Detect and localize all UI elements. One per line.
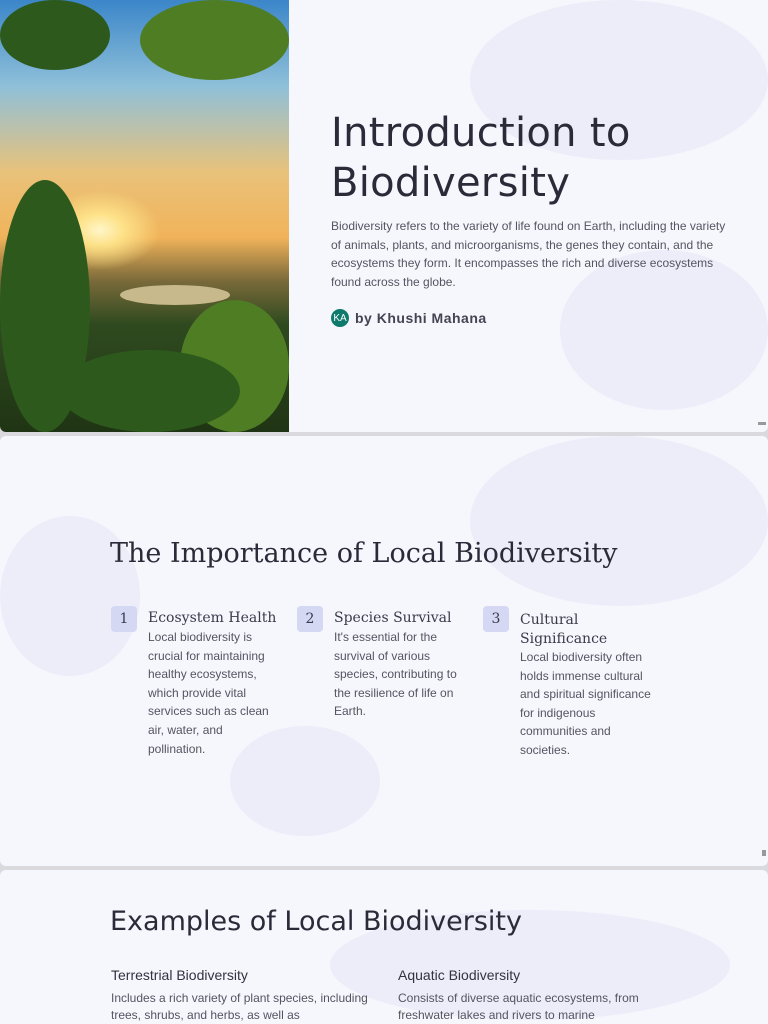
background-blob — [470, 436, 768, 606]
card-title: Species Survival — [334, 610, 452, 626]
example-title: Terrestrial Biodiversity — [111, 967, 248, 983]
example-title: Aquatic Biodiversity — [398, 967, 521, 983]
card-number: 1 — [111, 606, 137, 632]
intro-paragraph: Biodiversity refers to the variety of li… — [331, 219, 726, 289]
section-title: Examples of Local Biodiversity — [110, 906, 522, 937]
example-item: Terrestrial Biodiversity Includes a rich… — [111, 966, 391, 1024]
card-number: 3 — [483, 606, 509, 632]
slide-handle-icon — [762, 850, 766, 856]
page-title: Introduction to Biodiversity — [331, 110, 631, 206]
card-title: Cultural Significance — [520, 612, 608, 647]
author-byline: KA by Khushi Mahana — [331, 309, 487, 327]
card-number: 2 — [297, 606, 323, 632]
avatar: KA — [331, 309, 349, 327]
card-text: Local biodiversity often holds immense c… — [520, 650, 651, 757]
card-title: Ecosystem Health — [148, 610, 277, 626]
example-text: Includes a rich variety of plant species… — [111, 991, 368, 1022]
example-text: Consists of diverse aquatic ecosystems, … — [398, 991, 639, 1022]
author-name: by Khushi Mahana — [355, 310, 487, 326]
rainforest-image — [0, 0, 289, 432]
slide-handle-icon — [758, 422, 766, 425]
card-text: It's essential for the survival of vario… — [334, 630, 457, 719]
card-text: Local biodiversity is crucial for mainta… — [148, 630, 269, 756]
section-title: The Importance of Local Biodiversity — [110, 538, 618, 569]
example-item: Aquatic Biodiversity Consists of diverse… — [398, 966, 678, 1024]
slide-intro: Introduction to Biodiversity Biodiversit… — [0, 0, 768, 432]
